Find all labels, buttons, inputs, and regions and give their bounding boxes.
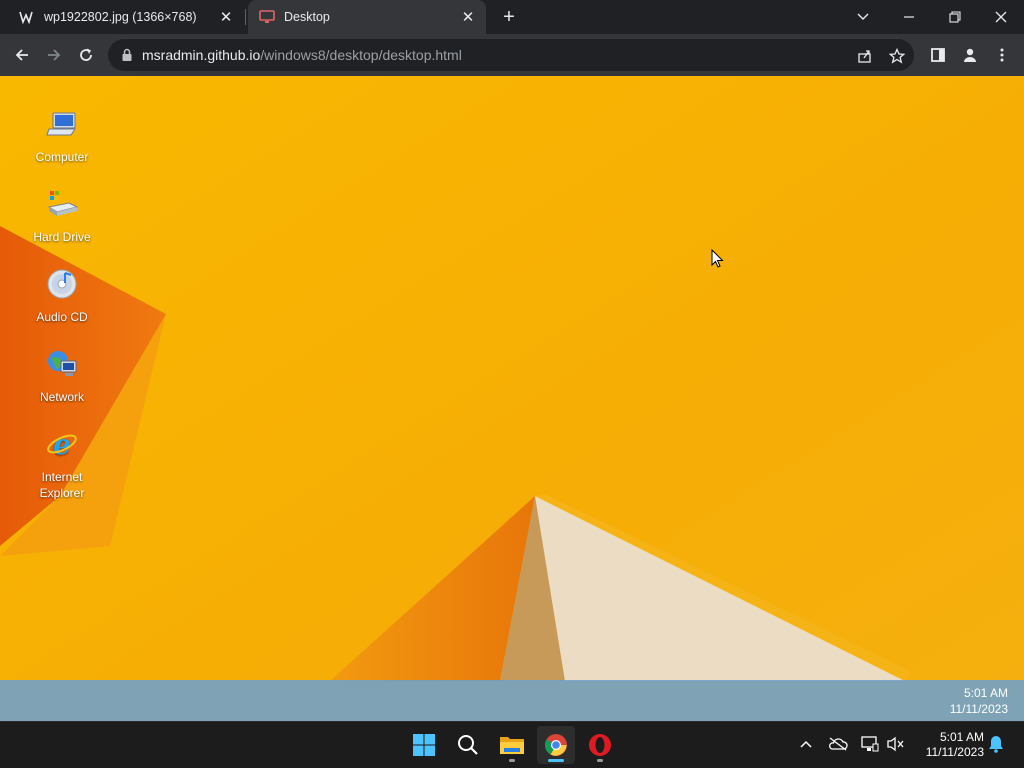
menu-button[interactable]	[988, 41, 1016, 69]
tray-volume[interactable]	[886, 734, 906, 754]
chevron-up-icon	[800, 740, 812, 748]
chrome-icon	[545, 734, 567, 756]
web-page-content[interactable]: Computer Hard Drive Audio CD Network e I…	[0, 76, 1024, 721]
win8-taskbar-clock[interactable]: 5:01 AM 11/11/2023	[950, 685, 1008, 717]
url-text[interactable]: msradmin.github.io/windows8/desktop/desk…	[142, 47, 462, 63]
profile-icon	[964, 48, 976, 62]
restore-icon	[949, 11, 961, 23]
desktop-icon-label: Audio CD	[36, 310, 88, 324]
profile-button[interactable]	[956, 41, 984, 69]
search-icon	[458, 735, 478, 755]
url-host: msradmin.github.io	[142, 47, 261, 63]
file-explorer-icon	[500, 737, 524, 754]
desktop-icon-hard-drive[interactable]: Hard Drive	[22, 187, 102, 245]
tray-network[interactable]	[860, 734, 880, 754]
reload-button[interactable]	[72, 41, 100, 69]
tab-title: wp1922802.jpg (1366×768)	[44, 10, 197, 24]
side-panel-icon	[931, 48, 945, 62]
desktop-icon-computer[interactable]: Computer	[22, 107, 102, 165]
start-button[interactable]	[405, 726, 443, 764]
minimize-button[interactable]	[886, 0, 932, 34]
tab-desktop[interactable]: Desktop ✕	[248, 0, 486, 34]
kebab-menu-icon	[1000, 48, 1004, 62]
notifications-button[interactable]	[986, 734, 1006, 754]
url-path: /windows8/desktop/desktop.html	[260, 47, 462, 63]
forward-arrow-icon	[48, 49, 61, 61]
desktop-icon-audio-cd[interactable]: Audio CD	[22, 267, 102, 325]
wallpaper	[0, 76, 1024, 721]
tray-overflow-button[interactable]	[796, 734, 816, 754]
tab-divider	[245, 9, 246, 25]
bell-icon	[989, 736, 1003, 753]
address-bar[interactable]: msradmin.github.io/windows8/desktop/desk…	[108, 39, 914, 71]
desktop-icon-label: Network	[39, 390, 84, 404]
browser-toolbar: msradmin.github.io/windows8/desktop/desk…	[0, 34, 1024, 76]
system-clock[interactable]: 5:01 AM 11/11/2023	[916, 730, 984, 760]
desktop-icon-label: Hard Drive	[33, 230, 91, 244]
browser-tab-strip: wp1922802.jpg (1366×768) ✕ Desktop ✕ +	[0, 0, 1024, 34]
desktop-icon-label: Computer	[35, 150, 89, 164]
win8-clock-time: 5:01 AM	[963, 686, 1008, 700]
svg-text:e: e	[53, 428, 71, 461]
running-indicator	[597, 759, 603, 762]
w-icon	[18, 8, 36, 26]
cloud-offline-icon	[829, 737, 848, 751]
tab-title: Desktop	[284, 10, 330, 24]
back-button[interactable]	[8, 41, 36, 69]
monitor-icon	[258, 8, 276, 26]
tray-onedrive[interactable]	[828, 734, 848, 754]
back-arrow-icon	[15, 49, 28, 61]
bookmark-star-icon[interactable]	[888, 47, 906, 65]
side-panel-button[interactable]	[924, 41, 952, 69]
restore-button[interactable]	[932, 0, 978, 34]
search-button[interactable]	[449, 726, 487, 764]
desktop-icon-internet-explorer[interactable]: e Internet Explorer	[22, 427, 102, 501]
ethernet-icon	[861, 736, 879, 752]
windows-start-icon	[413, 734, 435, 756]
chevron-down-icon	[857, 13, 869, 20]
tab-wallpaper-image[interactable]: wp1922802.jpg (1366×768) ✕	[8, 0, 244, 34]
os-taskbar: 5:01 AM 11/11/2023	[0, 721, 1024, 768]
win8-taskbar: 5:01 AM 11/11/2023	[0, 680, 1024, 721]
network-icon	[48, 351, 77, 376]
desktop-icon-label: Internet Explorer	[39, 470, 85, 500]
tab-close-icon[interactable]: ✕	[218, 9, 234, 26]
audio-cd-icon	[47, 269, 77, 299]
minimize-icon	[904, 16, 914, 18]
share-icon[interactable]	[856, 47, 874, 65]
mouse-cursor-icon	[711, 249, 724, 268]
win8-clock-date: 11/11/2023	[949, 702, 1008, 716]
reload-icon	[80, 48, 92, 61]
new-tab-button[interactable]: +	[498, 6, 520, 28]
system-clock-date: 11/11/2023	[925, 745, 984, 759]
hard-drive-icon	[47, 191, 79, 216]
forward-button[interactable]	[40, 41, 68, 69]
volume-muted-icon	[887, 736, 904, 752]
taskbar-app-opera[interactable]	[581, 726, 619, 764]
tab-close-icon[interactable]: ✕	[460, 9, 476, 26]
taskbar-app-file-explorer[interactable]	[493, 726, 531, 764]
system-clock-time: 5:01 AM	[939, 730, 984, 744]
running-indicator	[509, 759, 515, 762]
tab-search-button[interactable]	[840, 0, 886, 34]
desktop-icon-network[interactable]: Network	[22, 347, 102, 405]
opera-icon	[589, 734, 611, 756]
taskbar-app-chrome[interactable]	[537, 726, 575, 764]
close-icon	[995, 11, 1007, 23]
close-window-button[interactable]	[978, 0, 1024, 34]
computer-icon	[46, 112, 76, 136]
lock-icon[interactable]	[120, 48, 134, 62]
active-indicator	[548, 759, 564, 762]
internet-explorer-icon: e	[47, 428, 77, 461]
